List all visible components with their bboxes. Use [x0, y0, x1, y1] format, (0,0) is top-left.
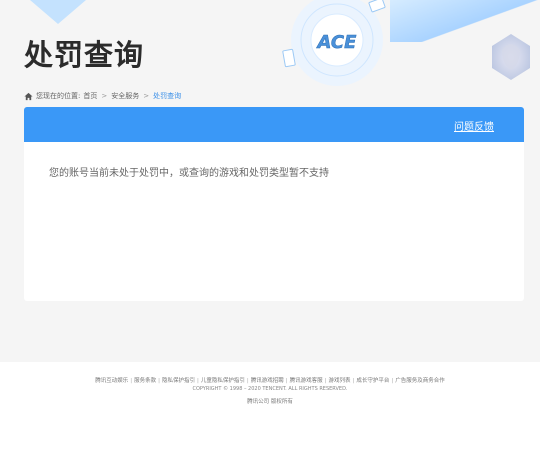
panel-header: 问题反馈: [24, 107, 524, 142]
home-icon: [24, 92, 33, 100]
footer-links: 腾讯互动娱乐 | 服务条款 | 隐私保护指引 | 儿童隐私保护指引 | 腾讯游戏招聘 | 腾讯游戏客…: [0, 376, 540, 384]
footer-separator: |: [246, 378, 249, 384]
footer-link[interactable]: 腾讯游戏客服: [290, 378, 323, 384]
breadcrumb-current: 处罚查询: [153, 92, 182, 100]
footer-separator: |: [391, 378, 394, 384]
footer-link[interactable]: 游戏列表: [328, 378, 350, 384]
footer-separator: |: [285, 378, 288, 384]
page-title: 处罚查询: [24, 38, 145, 72]
footer: 腾讯互动娱乐 | 服务条款 | 隐私保护指引 | 儿童隐私保护指引 | 腾讯游戏招聘 | 腾讯游戏客…: [0, 376, 540, 405]
footer-separator: |: [197, 378, 199, 384]
footer-link[interactable]: 隐私保护指引: [162, 378, 195, 384]
footer-link[interactable]: 腾讯游戏招聘: [251, 378, 284, 384]
footer-link[interactable]: 儿童隐私保护指引: [201, 378, 245, 384]
rights-text: 腾讯公司 版权所有: [247, 399, 293, 405]
footer-separator: |: [130, 378, 133, 384]
ace-logo-decoration: ACE: [282, 0, 386, 86]
footer-separator: |: [324, 378, 327, 384]
feedback-link[interactable]: 问题反馈: [454, 118, 494, 133]
footer-link[interactable]: 服务条款: [134, 378, 156, 384]
character-portrait-image: [492, 34, 530, 80]
breadcrumb-separator: >: [143, 92, 150, 100]
breadcrumb-separator: >: [101, 92, 108, 100]
ace-logo-text: ACE: [316, 32, 358, 53]
copyright-text: COPYRIGHT © 1998 – 2020 TENCENT. ALL RIG…: [192, 386, 348, 392]
breadcrumb: 您现在的位置: 首页 > 安全服务 > 处罚查询: [24, 90, 181, 102]
result-panel: 问题反馈 您的账号当前未处于处罚中，或查询的游戏和处罚类型暂不支持: [24, 107, 524, 301]
footer-link[interactable]: 成长守护平台: [356, 378, 389, 384]
footer-separator: |: [352, 378, 355, 384]
footer-separator: |: [158, 378, 160, 384]
footer-link[interactable]: 腾讯互动娱乐: [95, 378, 128, 384]
decorative-triangle: [30, 0, 86, 24]
breadcrumb-security-link[interactable]: 安全服务: [111, 91, 139, 101]
footer-link[interactable]: 广告服务及商务合作: [395, 378, 445, 384]
breadcrumb-home-link[interactable]: 首页: [83, 91, 97, 101]
result-message: 您的账号当前未处于处罚中，或查询的游戏和处罚类型暂不支持: [49, 168, 329, 179]
breadcrumb-prefix: 您现在的位置:: [36, 92, 81, 100]
